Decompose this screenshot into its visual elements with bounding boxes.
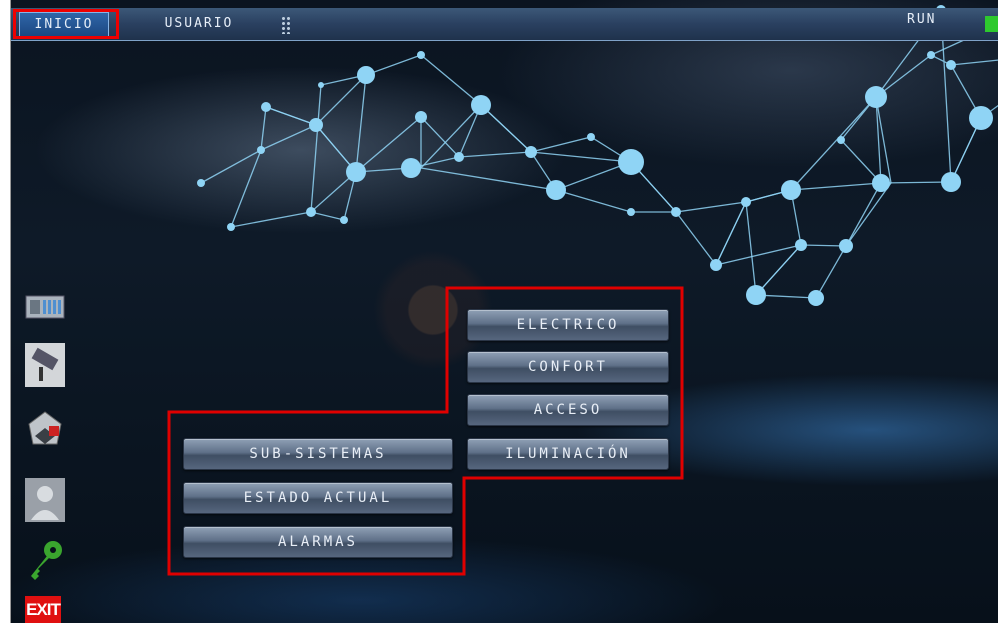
- scada-screen: INICIO USUARIO RUN EXIT ELECTRICO CONFOR…: [10, 0, 998, 623]
- iluminacion-button[interactable]: ILUMINACIÓN: [467, 438, 669, 470]
- sub-sistemas-button[interactable]: SUB-SISTEMAS: [183, 438, 453, 470]
- alarmas-button[interactable]: ALARMAS: [183, 526, 453, 558]
- estado-actual-button[interactable]: ESTADO ACTUAL: [183, 482, 453, 514]
- confort-button[interactable]: CONFORT: [467, 351, 669, 383]
- electrico-button[interactable]: ELECTRICO: [467, 309, 669, 341]
- acceso-button[interactable]: ACCESO: [467, 394, 669, 426]
